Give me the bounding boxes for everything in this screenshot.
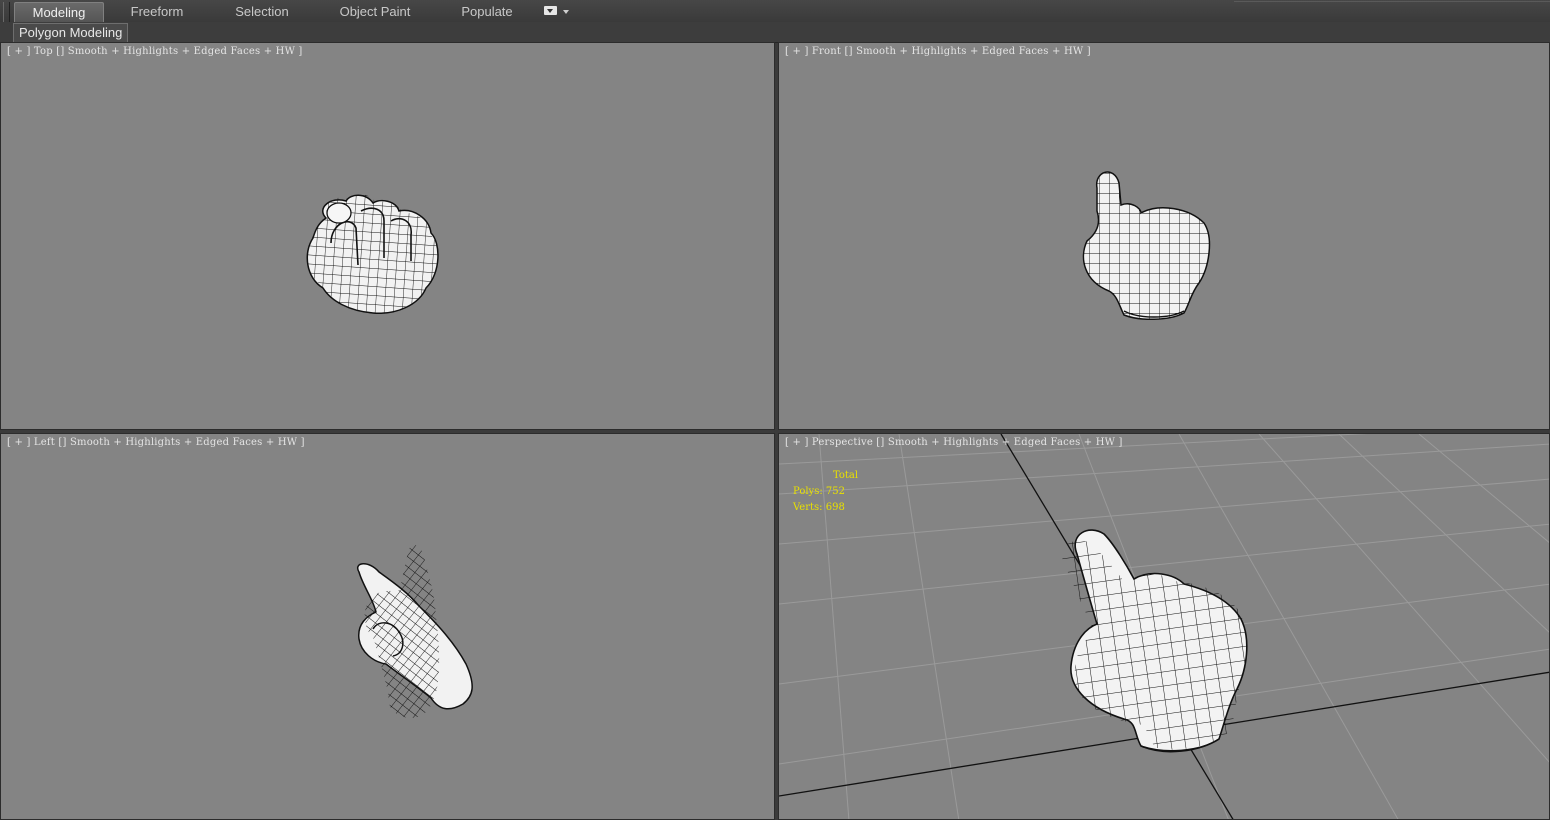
viewport-top-canvas: [297, 188, 445, 322]
viewport-left-label[interactable]: [ + ] Left [] Smooth + Highlights + Edge…: [7, 437, 305, 448]
viewport-front-label[interactable]: [ + ] Front [] Smooth + Highlights + Edg…: [785, 46, 1091, 57]
tab-selection[interactable]: Selection: [222, 2, 302, 21]
viewport-top[interactable]: [ + ] Top [] Smooth + Highlights + Edged…: [0, 42, 775, 430]
tab-modeling[interactable]: Modeling: [14, 2, 104, 22]
viewport-front-canvas: [1069, 163, 1219, 328]
ribbon-options-dropdown[interactable]: [544, 5, 570, 19]
stats-verts-row: Verts: 698: [793, 500, 858, 516]
hand-mesh-perspective[interactable]: [1032, 500, 1286, 788]
hand-mesh-left[interactable]: [294, 511, 531, 751]
polygon-modeling-button[interactable]: Polygon Modeling: [13, 23, 129, 43]
viewport-left[interactable]: [ + ] Left [] Smooth + Highlights + Edge…: [0, 433, 775, 820]
viewport-left-canvas: [294, 511, 531, 751]
viewport-top-label[interactable]: [ + ] Top [] Smooth + Highlights + Edged…: [7, 46, 303, 57]
stats-verts-label: Verts:: [793, 502, 823, 513]
stats-total-heading: Total: [833, 470, 859, 481]
stats-polys-value: 752: [825, 486, 845, 497]
caret-down-icon: [563, 10, 569, 14]
viewport-front[interactable]: [ + ] Front [] Smooth + Highlights + Edg…: [778, 42, 1550, 430]
hand-mesh-front[interactable]: [1069, 163, 1219, 328]
stats-verts-value: 698: [825, 502, 845, 513]
stats-polys-label: Polys:: [793, 486, 823, 497]
scene-statistics: Total Polys: 752 Verts: 698: [793, 468, 858, 516]
ribbon-panel-row: Polygon Modeling: [0, 22, 1550, 43]
tab-populate[interactable]: Populate: [450, 2, 524, 21]
tab-object-paint[interactable]: Object Paint: [330, 2, 420, 21]
viewport-perspective-canvas: [779, 434, 1549, 819]
viewport-perspective[interactable]: [ + ] Perspective [] Smooth + Highlights…: [778, 433, 1550, 820]
ribbon-tab-bar: Modeling Freeform Selection Object Paint…: [0, 0, 1550, 40]
viewport-perspective-label[interactable]: [ + ] Perspective [] Smooth + Highlights…: [785, 437, 1123, 448]
dropdown-arrow-icon: [544, 6, 557, 15]
tab-freeform[interactable]: Freeform: [117, 2, 197, 21]
ribbon-divider: [1234, 1, 1550, 2]
stats-polys-row: Polys: 752: [793, 484, 858, 500]
hand-mesh-top[interactable]: [297, 188, 445, 322]
